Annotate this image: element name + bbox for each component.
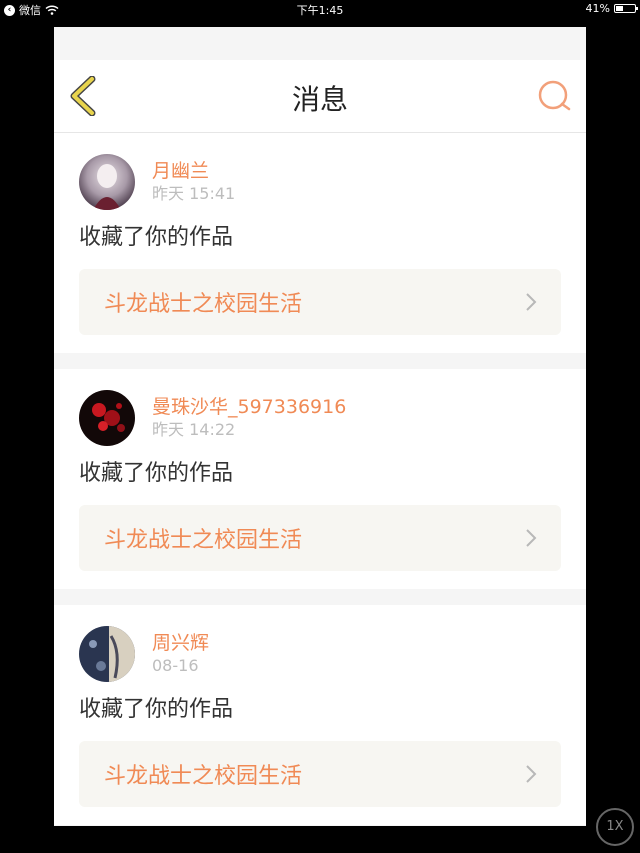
nav-bar: 消息	[54, 60, 586, 133]
work-link[interactable]: 斗龙战士之校园生活	[79, 741, 561, 807]
top-gap	[54, 27, 586, 60]
avatar-image	[79, 626, 135, 682]
message-header: 曼珠沙华_597336916 昨天 14:22	[79, 389, 561, 447]
status-bar: ‹ 微信 下午1:45 41%	[0, 0, 640, 18]
chevron-right-icon	[526, 529, 537, 547]
avatar[interactable]	[79, 626, 135, 682]
avatar[interactable]	[79, 390, 135, 446]
message-header: 周兴辉 08-16	[79, 625, 561, 683]
chevron-right-icon	[526, 765, 537, 783]
message-time: 昨天 15:41	[152, 184, 236, 203]
user-meta: 月幽兰 昨天 15:41	[152, 159, 235, 205]
user-meta: 曼珠沙华_597336916 昨天 14:22	[152, 395, 346, 441]
status-right: 41%	[585, 2, 638, 15]
chevron-right-icon	[526, 293, 537, 311]
zoom-toggle-button[interactable]: 1X	[596, 808, 634, 846]
user-name[interactable]: 月幽兰	[152, 159, 235, 183]
message-header: 月幽兰 昨天 15:41	[79, 153, 561, 211]
avatar-image	[79, 390, 135, 446]
user-name[interactable]: 曼珠沙华_597336916	[152, 395, 346, 419]
action-text: 收藏了你的作品	[79, 697, 234, 722]
app-screen: 消息 月幽兰 昨天 15:41 收藏了你的作品 斗龙战士之校园生活 曼珠沙华_5…	[54, 27, 586, 826]
action-text: 收藏了你的作品	[79, 461, 234, 486]
action-text: 收藏了你的作品	[79, 225, 234, 250]
message-list: 月幽兰 昨天 15:41 收藏了你的作品 斗龙战士之校园生活 曼珠沙华_5973…	[54, 133, 586, 825]
avatar[interactable]	[79, 154, 135, 210]
work-link[interactable]: 斗龙战士之校园生活	[79, 505, 561, 571]
message-card: 月幽兰 昨天 15:41 收藏了你的作品 斗龙战士之校园生活	[54, 133, 586, 353]
search-icon[interactable]	[536, 78, 572, 114]
battery-percent: 41%	[585, 2, 610, 15]
work-title: 斗龙战士之校园生活	[104, 292, 303, 317]
message-time: 昨天 14:22	[152, 420, 236, 439]
battery-icon	[614, 4, 638, 13]
message-card: 周兴辉 08-16 收藏了你的作品 斗龙战士之校园生活	[54, 605, 586, 825]
message-card: 曼珠沙华_597336916 昨天 14:22 收藏了你的作品 斗龙战士之校园生…	[54, 369, 586, 589]
user-meta: 周兴辉 08-16	[152, 631, 209, 677]
avatar-image	[79, 154, 135, 210]
work-title: 斗龙战士之校园生活	[104, 528, 303, 553]
work-title: 斗龙战士之校园生活	[104, 764, 303, 789]
battery-fill	[616, 6, 623, 11]
work-link[interactable]: 斗龙战士之校园生活	[79, 269, 561, 335]
user-name[interactable]: 周兴辉	[152, 631, 209, 655]
message-time: 08-16	[152, 656, 199, 675]
status-time: 下午1:45	[296, 4, 344, 17]
page-title: 消息	[291, 83, 348, 116]
